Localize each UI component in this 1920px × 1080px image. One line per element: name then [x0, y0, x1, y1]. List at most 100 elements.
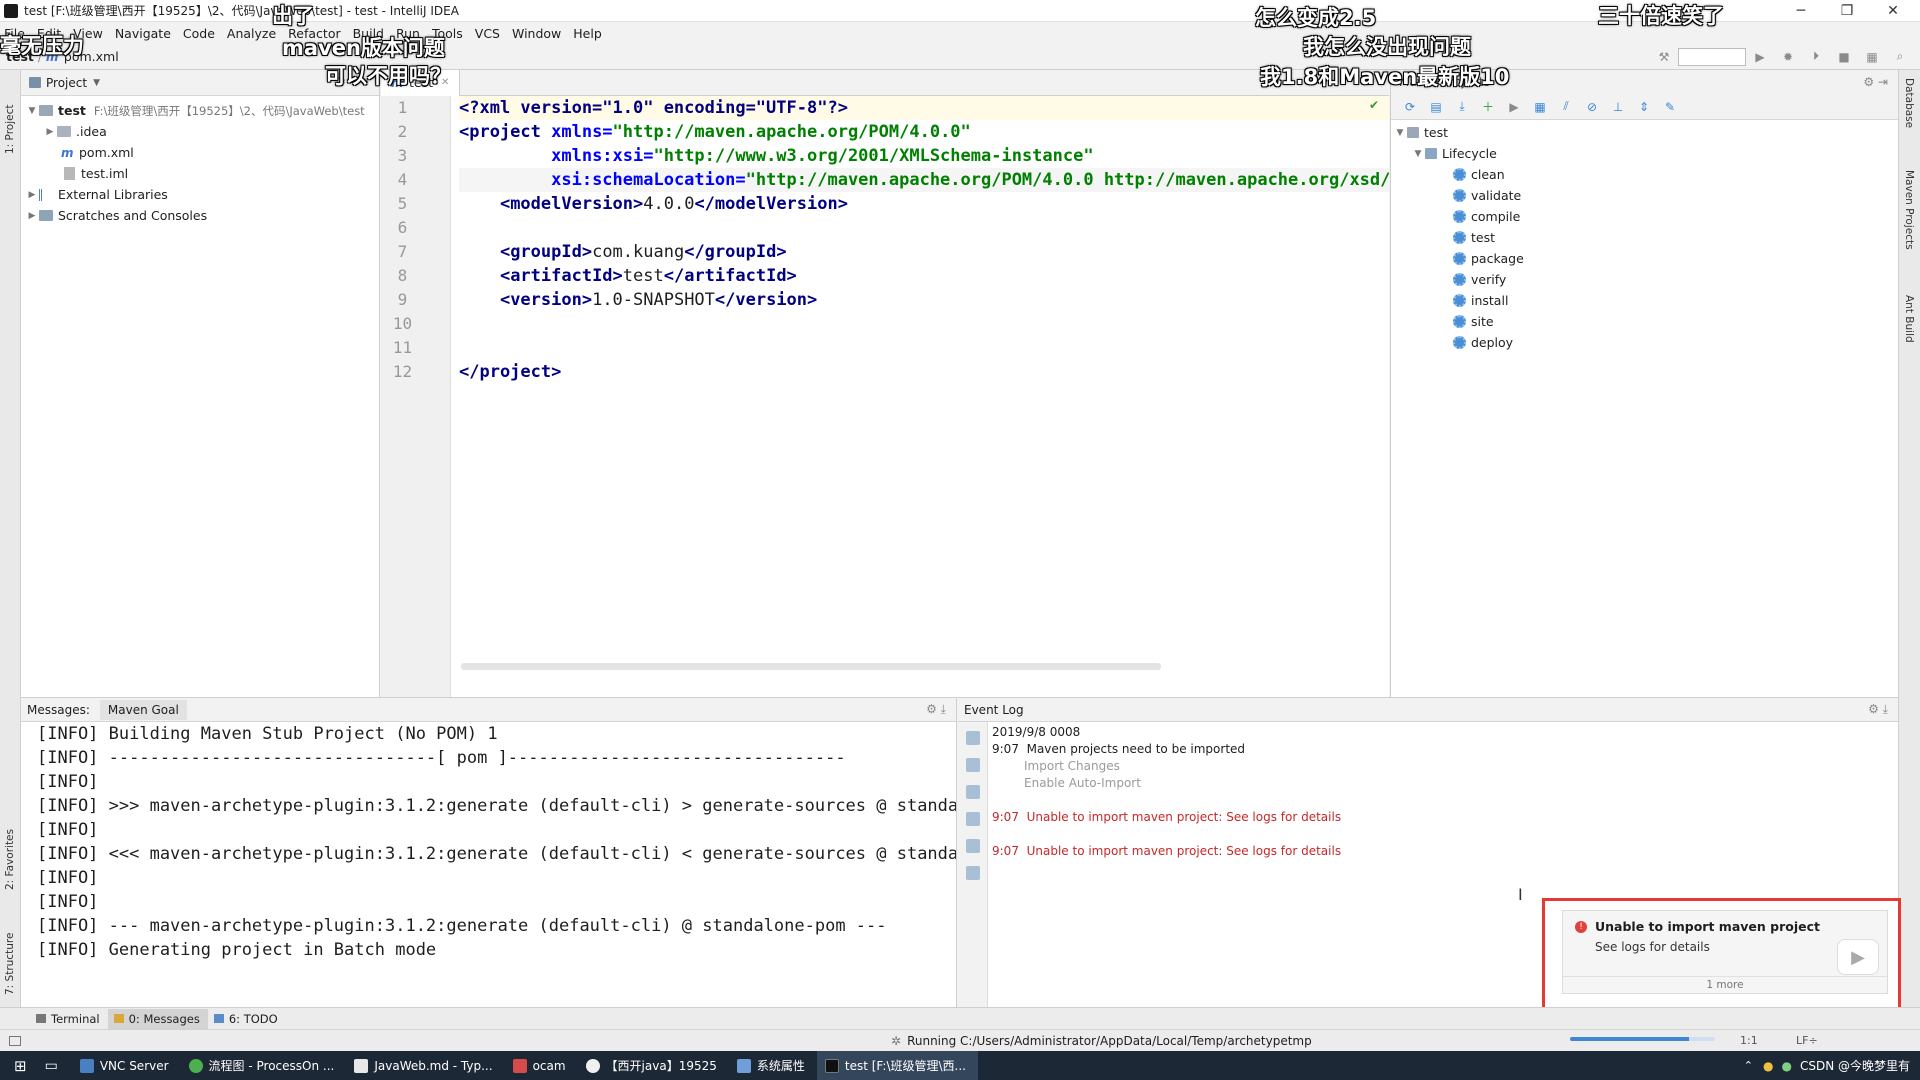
download-icon[interactable]: ⤓: [1455, 99, 1469, 114]
generate-sources-icon[interactable]: ▤: [1429, 100, 1443, 114]
ant-build-tool-tab[interactable]: Ant Build: [1903, 295, 1915, 365]
collapse-arrow-icon[interactable]: ▶: [25, 190, 39, 200]
maven-projects-tool-tab[interactable]: Maven Projects: [1903, 170, 1915, 280]
panel-settings-icon[interactable]: ⚙ ⇥: [1863, 75, 1888, 89]
trash-icon[interactable]: [965, 866, 980, 880]
settings-icon[interactable]: ✎: [1663, 100, 1677, 114]
expand-arrow-icon[interactable]: ▼: [1393, 128, 1407, 138]
maven-goal-compile[interactable]: compile: [1391, 206, 1898, 227]
project-tool-tab[interactable]: 1: Project: [4, 74, 16, 154]
build-icon[interactable]: ⚒: [1656, 49, 1672, 65]
structure-tool-tab[interactable]: 7: Structure: [4, 915, 16, 995]
project-view-selector[interactable]: Project: [46, 76, 87, 90]
coverage-icon[interactable]: ⏵: [1808, 49, 1824, 65]
show-dependencies-icon[interactable]: ⊥: [1611, 100, 1625, 114]
reimport-icon[interactable]: ⟳: [1403, 100, 1417, 114]
maven-goal-test[interactable]: test: [1391, 227, 1898, 248]
code-area[interactable]: <?xml version="1.0" encoding="UTF-8"?> <…: [459, 96, 1389, 384]
toggle-offline-icon[interactable]: ⫽: [1559, 99, 1573, 114]
console-output[interactable]: [INFO] Building Maven Stub Project (No P…: [21, 722, 956, 962]
search-everywhere-icon[interactable]: ⌕: [1892, 49, 1908, 65]
tree-root-test[interactable]: ▼ test F:\班级管理\西开【19525】\2、代码\JavaWeb\te…: [21, 100, 379, 121]
maven-goal-tab[interactable]: Maven Goal: [99, 699, 187, 720]
tray-icon[interactable]: ●: [1763, 1059, 1773, 1073]
menu-navigate[interactable]: Navigate: [115, 26, 171, 41]
danmaku-comment: maven版本问题: [282, 36, 445, 60]
skip-tests-icon[interactable]: ⊘: [1585, 100, 1599, 114]
soft-wrap-icon[interactable]: [965, 785, 980, 799]
collapse-arrow-icon[interactable]: ▶: [25, 211, 39, 221]
collapse-all-icon[interactable]: ⇕: [1637, 100, 1651, 114]
maven-goal-install[interactable]: install: [1391, 290, 1898, 311]
background-task-text[interactable]: Running C:/Users/Administrator/AppData/L…: [907, 1034, 1312, 1048]
messages-tool-button[interactable]: 0: Messages: [107, 1008, 208, 1029]
chevron-down-icon[interactable]: ▼: [93, 78, 100, 88]
run-configuration-select[interactable]: [1678, 47, 1746, 66]
event-text[interactable]: Unable to import maven project: See logs…: [1027, 810, 1342, 824]
mark-read-icon[interactable]: [965, 839, 980, 853]
line-separator[interactable]: LF÷: [1796, 1034, 1818, 1047]
menu-analyze[interactable]: Analyze: [227, 26, 276, 41]
todo-tool-button[interactable]: 6: TODO: [208, 1009, 286, 1029]
panel-settings-icon[interactable]: ⚙ ⤓: [1868, 702, 1888, 717]
balloon-icon[interactable]: [965, 758, 980, 772]
collapse-arrow-icon[interactable]: ▶: [43, 127, 57, 137]
tree-item-external-libraries[interactable]: ▶ External Libraries: [21, 184, 379, 205]
tray-up-arrow-icon[interactable]: ⌃: [1744, 1059, 1753, 1072]
menu-window[interactable]: Window: [512, 26, 561, 41]
taskbar-item-vnc[interactable]: VNC Server: [72, 1051, 181, 1080]
taskbar-item-ocam[interactable]: ocam: [505, 1051, 578, 1080]
minimize-button[interactable]: ─: [1778, 0, 1824, 22]
taskbar-item-processon[interactable]: 流程图 - ProcessOn ...: [181, 1051, 347, 1080]
horizontal-scrollbar[interactable]: [461, 663, 1161, 670]
danmaku-comment: 毫无压力: [0, 34, 84, 58]
debug-icon[interactable]: ✹: [1780, 49, 1796, 65]
project-structure-icon[interactable]: ▦: [1864, 49, 1880, 65]
menu-vcs[interactable]: VCS: [475, 26, 500, 41]
maven-goal-package[interactable]: package: [1391, 248, 1898, 269]
run-icon[interactable]: ▶: [1507, 100, 1521, 114]
menu-code[interactable]: Code: [183, 26, 215, 41]
taskbar-item-intellij[interactable]: test [F:\班级管理\西...: [816, 1051, 978, 1080]
toggle-tool-windows-icon[interactable]: [9, 1035, 21, 1046]
tree-item-pom[interactable]: m pom.xml: [21, 142, 379, 163]
maven-tree-lifecycle[interactable]: ▼ Lifecycle: [1391, 143, 1898, 164]
add-icon[interactable]: ＋: [1481, 100, 1495, 114]
run-icon[interactable]: ▶: [1752, 49, 1768, 65]
maven-goal-verify[interactable]: verify: [1391, 269, 1898, 290]
expand-arrow-icon[interactable]: ▼: [1411, 149, 1425, 159]
xml-value: "http://maven.apache.org/POM/4.0.0 http:…: [745, 170, 1389, 190]
print-icon[interactable]: [965, 812, 980, 826]
maven-goal-deploy[interactable]: deploy: [1391, 332, 1898, 353]
task-view-button[interactable]: ▭: [41, 1051, 72, 1080]
taskbar-item-system-properties[interactable]: 系统属性: [729, 1051, 817, 1080]
tree-item-idea[interactable]: ▶ .idea: [21, 121, 379, 142]
enable-auto-import-link[interactable]: Enable Auto-Import: [992, 775, 1892, 792]
pin-icon[interactable]: [965, 731, 980, 745]
caret-position[interactable]: 1:1: [1740, 1034, 1758, 1047]
taskbar-item-qq[interactable]: 【西开java】19525: [578, 1051, 729, 1080]
taskbar-item-typora[interactable]: JavaWeb.md - Typ...: [346, 1051, 504, 1080]
editor[interactable]: m test ✕ 1 2 3 4 5 6 7 8 9 10 11 12 <?xm…: [381, 69, 1389, 697]
maven-goal-validate[interactable]: validate: [1391, 185, 1898, 206]
start-button[interactable]: ⊞: [0, 1051, 41, 1080]
tray-icon[interactable]: ●: [1781, 1059, 1791, 1073]
maven-goal-site[interactable]: site: [1391, 311, 1898, 332]
menu-help[interactable]: Help: [573, 26, 602, 41]
terminal-tool-button[interactable]: Terminal: [30, 1009, 108, 1029]
tree-item-iml[interactable]: test.iml: [21, 163, 379, 184]
stop-icon[interactable]: ■: [1836, 49, 1852, 65]
database-tool-tab[interactable]: Database: [1903, 78, 1915, 148]
tree-item-scratches[interactable]: ▶ Scratches and Consoles: [21, 205, 379, 226]
maven-tree-root[interactable]: ▼ test: [1391, 122, 1898, 143]
favorites-tool-tab[interactable]: 2: Favorites: [4, 810, 16, 890]
messages-tool-window: Messages: Maven Goal ⚙ ⤓ [INFO] Building…: [21, 697, 957, 1007]
close-button[interactable]: ✕: [1870, 0, 1916, 22]
event-text[interactable]: Unable to import maven project: See logs…: [1027, 844, 1342, 858]
panel-settings-icon[interactable]: ⚙ ⤓: [926, 702, 946, 717]
restore-button[interactable]: ❐: [1824, 0, 1870, 22]
import-changes-link[interactable]: Import Changes: [992, 758, 1892, 775]
execute-goal-icon[interactable]: ▦: [1533, 100, 1547, 114]
maven-goal-clean[interactable]: clean: [1391, 164, 1898, 185]
expand-arrow-icon[interactable]: ▼: [25, 106, 39, 116]
